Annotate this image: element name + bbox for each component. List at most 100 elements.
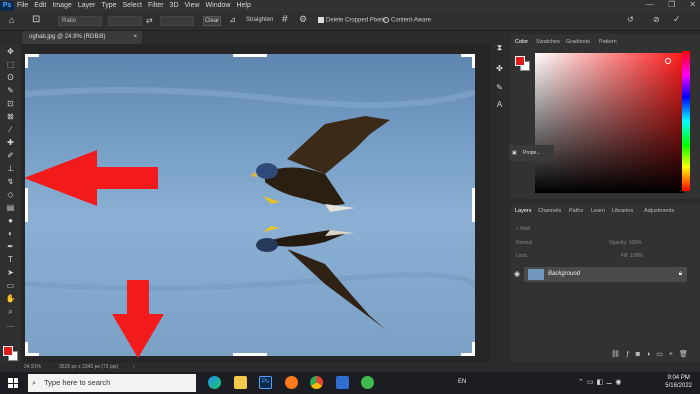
crop-handle-bottom-right-v[interactable] xyxy=(472,342,475,356)
tab-layers[interactable]: Layers xyxy=(515,208,532,214)
tab-color[interactable]: Color xyxy=(515,39,528,45)
language-indicator[interactable]: EN xyxy=(458,379,466,385)
crop-handle-bottom-left-v[interactable] xyxy=(25,342,28,356)
width-input[interactable] xyxy=(108,16,142,26)
eraser-tool-icon[interactable]: ◇ xyxy=(5,189,16,200)
color-picker-field[interactable] xyxy=(535,53,684,193)
crop-tool-icon[interactable]: ⊡ xyxy=(32,14,40,25)
crop-handle-top[interactable] xyxy=(233,54,267,57)
store-icon[interactable] xyxy=(336,376,349,389)
document-tab[interactable]: oghab.jpg @ 24.9% (RGB/8) × xyxy=(22,31,142,44)
menu-file[interactable]: File xyxy=(17,2,28,9)
menu-help[interactable]: Help xyxy=(236,2,250,9)
pen-tool-icon[interactable]: ✒ xyxy=(5,241,16,252)
windows-start-icon[interactable] xyxy=(8,378,18,388)
tab-paths[interactable]: Paths xyxy=(569,208,583,214)
frame-tool-icon[interactable]: ⊠ xyxy=(5,111,16,122)
adjustment-layer-icon[interactable]: ◑ xyxy=(646,351,656,358)
fill-control[interactable]: Fill: 100% xyxy=(621,253,643,259)
commit-check-icon[interactable]: ✓ xyxy=(673,14,681,25)
hue-slider[interactable] xyxy=(682,51,690,191)
close-tab-icon[interactable]: × xyxy=(133,31,137,44)
visibility-eye-icon[interactable]: ◉ xyxy=(514,270,520,278)
firefox-icon[interactable] xyxy=(285,376,298,389)
layer-row-background[interactable]: Background 🔒︎ xyxy=(524,267,687,282)
content-aware-checkbox[interactable]: Content-Aware xyxy=(383,17,431,24)
system-tray-icons[interactable]: ⌃▭◧⚊◉ xyxy=(578,378,624,386)
crop-handle-top-right-v[interactable] xyxy=(472,54,475,68)
delete-cropped-checkbox[interactable]: Delete Cropped Pixels xyxy=(318,17,386,24)
tab-patterns[interactable]: Pattern xyxy=(599,39,617,45)
quick-select-tool-icon[interactable]: ✎ xyxy=(5,85,16,96)
lasso-tool-icon[interactable]: ʘ xyxy=(5,72,16,83)
blend-mode-dropdown[interactable]: Normal xyxy=(516,240,532,246)
app-icon[interactable] xyxy=(361,376,374,389)
mask-icon[interactable]: ◙ xyxy=(636,351,646,358)
new-group-icon[interactable]: ▭ xyxy=(656,351,669,358)
history-brush-icon[interactable]: ↯ xyxy=(5,176,16,187)
move-tool-icon[interactable]: ✥ xyxy=(5,46,16,57)
lock-icon[interactable]: 🔒︎ xyxy=(679,267,682,282)
hand-tool-icon[interactable]: ✋ xyxy=(5,293,16,304)
edge-icon[interactable] xyxy=(208,376,221,389)
clear-button[interactable]: Clear xyxy=(203,16,221,26)
taskbar-clock[interactable]: 9:04 PM 5/16/2022 xyxy=(665,374,692,390)
crop-handle-right[interactable] xyxy=(472,188,475,222)
rectangle-tool-icon[interactable]: ▭ xyxy=(5,280,16,291)
taskbar-search-input[interactable]: ⌕ Type here to search xyxy=(28,374,196,392)
more-tools-icon[interactable]: … xyxy=(5,319,16,330)
adjust-panel-icon[interactable]: ✤ xyxy=(494,63,505,74)
tab-swatches[interactable]: Swatches xyxy=(536,39,560,45)
file-explorer-icon[interactable] xyxy=(234,376,247,389)
zoom-tool-icon[interactable]: ⌕ xyxy=(5,306,16,317)
minimize-button[interactable]: — xyxy=(646,0,654,9)
maximize-button[interactable]: ❐ xyxy=(668,0,675,9)
status-expand-icon[interactable]: › xyxy=(133,362,135,372)
dodge-tool-icon[interactable]: ◐ xyxy=(5,228,16,239)
crop-handle-top-left-v[interactable] xyxy=(25,54,28,68)
menu-edit[interactable]: Edit xyxy=(34,2,46,9)
menu-view[interactable]: View xyxy=(185,2,200,9)
opacity-control[interactable]: Opacity: 100% xyxy=(609,240,642,246)
straighten-label[interactable]: Straighten xyxy=(246,17,273,23)
history-panel-icon[interactable]: ⧗ xyxy=(494,42,505,53)
brush-tool-icon[interactable]: ✐ xyxy=(5,150,16,161)
layer-filter-row[interactable]: ⌕ Kind xyxy=(516,226,530,232)
ratio-dropdown[interactable]: Ratio xyxy=(58,16,102,26)
tab-adjustments[interactable]: Adjustments xyxy=(644,208,674,214)
photoshop-logo[interactable]: Ps xyxy=(0,0,14,11)
delete-layer-icon[interactable]: 🗑︎ xyxy=(679,351,694,358)
crop-tool-icon[interactable]: ⊡ xyxy=(5,98,16,109)
chrome-icon[interactable] xyxy=(310,376,323,389)
menu-select[interactable]: Select xyxy=(123,2,142,9)
gradient-tool-icon[interactable]: ▤ xyxy=(5,202,16,213)
gear-icon[interactable]: ⚙ xyxy=(299,14,307,25)
tab-channels[interactable]: Channels xyxy=(538,208,561,214)
blur-tool-icon[interactable]: ● xyxy=(5,215,16,226)
clone-stamp-icon[interactable]: ⊥ xyxy=(5,163,16,174)
cancel-icon[interactable]: ⊘ xyxy=(653,15,660,24)
height-input[interactable] xyxy=(160,16,194,26)
healing-brush-icon[interactable]: ✚ xyxy=(5,137,16,148)
eyedropper-tool-icon[interactable]: ⁄ xyxy=(5,124,16,135)
overlay-grid-icon[interactable]: # xyxy=(282,14,288,25)
reset-icon[interactable]: ↺ xyxy=(627,15,634,24)
character-panel-icon[interactable]: A xyxy=(494,99,505,110)
swap-icon[interactable]: ⇄ xyxy=(146,16,153,25)
straighten-icon[interactable]: ⊿ xyxy=(229,15,236,24)
foreground-color-swatch[interactable] xyxy=(3,346,13,356)
brush-settings-icon[interactable]: ✎ xyxy=(494,82,505,93)
menu-image[interactable]: Image xyxy=(52,2,71,9)
link-layers-icon[interactable]: ⛓ xyxy=(611,351,626,358)
menu-filter[interactable]: Filter xyxy=(148,2,164,9)
menu-type[interactable]: Type xyxy=(101,2,116,9)
new-layer-icon[interactable]: + xyxy=(669,351,679,358)
tab-learn[interactable]: Learn xyxy=(591,208,605,214)
menu-3d[interactable]: 3D xyxy=(170,2,179,9)
photoshop-taskbar-icon[interactable]: Ps xyxy=(259,376,272,389)
crop-handle-bottom[interactable] xyxy=(233,353,267,356)
marquee-tool-icon[interactable]: ⬚ xyxy=(5,59,16,70)
home-icon[interactable]: ⌂ xyxy=(9,15,14,25)
type-tool-icon[interactable]: T xyxy=(5,254,16,265)
path-select-icon[interactable]: ➤ xyxy=(5,267,16,278)
